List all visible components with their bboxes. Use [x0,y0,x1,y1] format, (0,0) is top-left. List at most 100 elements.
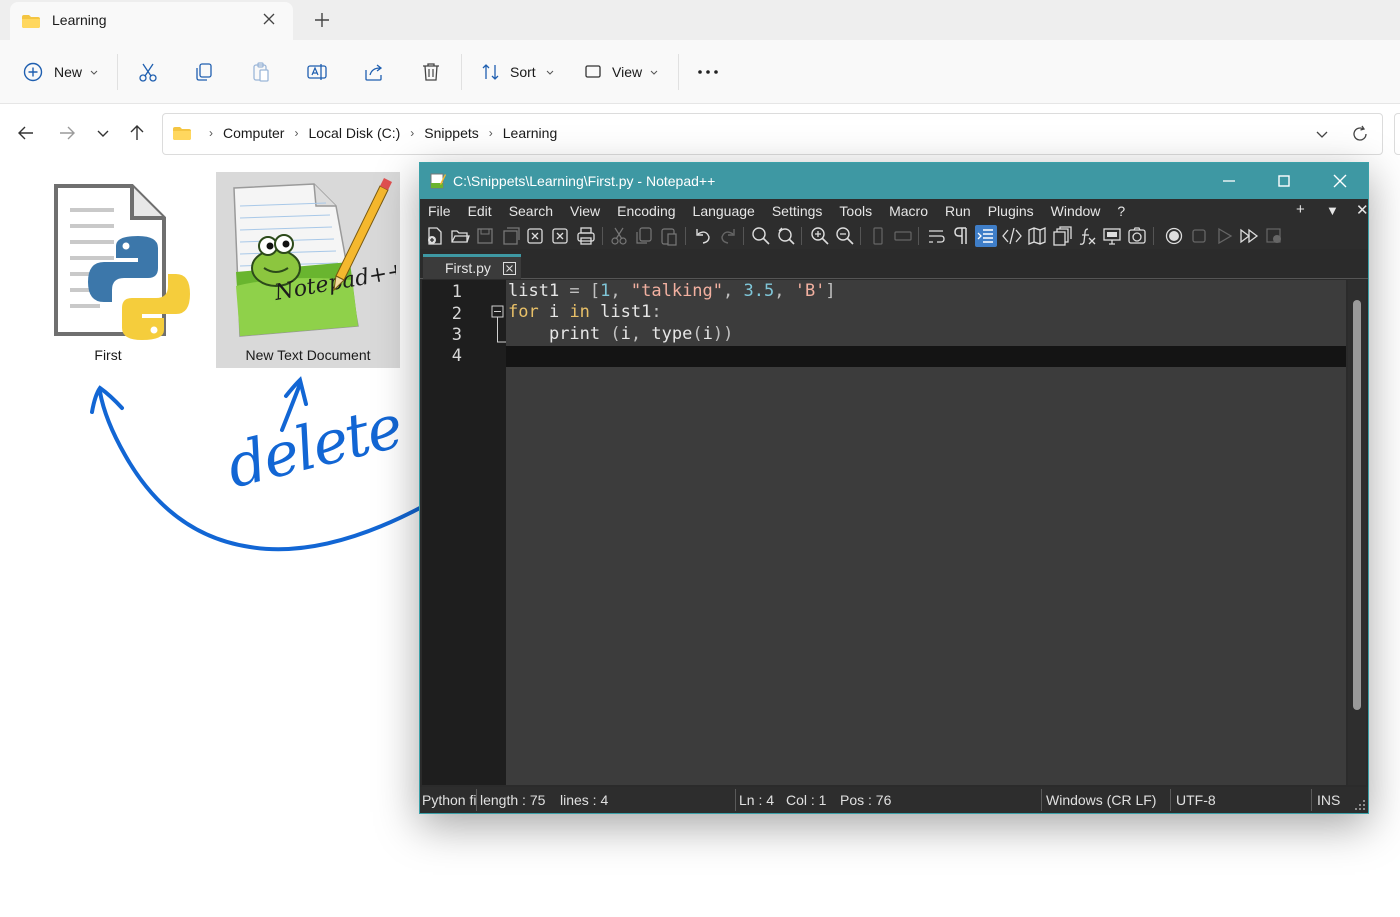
save-macro-icon[interactable] [1263,225,1285,247]
user-defined-language-icon[interactable] [1001,225,1023,247]
file-label-new-text-document[interactable]: New Text Document [216,347,400,363]
address-dropdown-icon[interactable] [1314,126,1330,142]
save-all-icon[interactable] [499,225,521,247]
indent-guide-icon[interactable] [975,225,997,247]
menu-edit[interactable]: Edit [468,203,492,219]
close-document-button[interactable]: ✕ [1356,201,1369,219]
menu-language[interactable]: Language [693,203,755,219]
chevron-right-icon: › [209,126,213,140]
view-button[interactable]: View [583,58,660,86]
notepadpp-file-icon[interactable]: Notepad++ [226,176,396,342]
view-icon [585,65,601,78]
status-insert-mode[interactable]: INS [1317,792,1340,808]
vertical-scrollbar[interactable] [1348,280,1366,785]
address-bar[interactable]: › Computer › Local Disk (C:) › Snippets … [162,113,1383,155]
file-tab-first-py[interactable]: First.py [423,254,521,279]
print-icon[interactable] [575,225,597,247]
up-arrow-icon[interactable] [127,123,147,143]
breadcrumb-local-disk[interactable]: Local Disk (C:) [308,125,400,141]
resize-grip-icon[interactable] [1354,799,1366,811]
close-tab-icon[interactable] [503,262,516,275]
menu-file[interactable]: File [428,203,451,219]
chevron-down-icon [546,70,554,75]
menu-view[interactable]: View [570,203,600,219]
status-encoding[interactable]: UTF-8 [1176,792,1216,808]
sync-vertical-icon[interactable] [867,225,889,247]
new-tab-plus-button[interactable]: + [1296,201,1305,218]
view-label: View [612,64,643,80]
undo-icon[interactable] [692,225,714,247]
folder-as-workspace-icon[interactable] [1101,225,1123,247]
stop-macro-icon[interactable] [1188,225,1210,247]
menu-help[interactable]: ? [1117,203,1125,219]
play-macro-icon[interactable] [1213,225,1235,247]
search-box[interactable] [1394,113,1400,155]
python-file-icon[interactable] [52,184,192,344]
new-button[interactable]: New [22,58,100,86]
zoom-out-icon[interactable] [834,225,856,247]
close-file-icon[interactable] [524,225,546,247]
save-icon[interactable] [474,225,496,247]
new-tab-icon[interactable] [312,10,332,30]
paste-button[interactable] [250,58,272,86]
rename-button[interactable] [306,58,328,86]
maximize-icon[interactable] [1275,172,1293,190]
status-position: Pos : 76 [840,792,892,808]
minimize-icon[interactable] [1220,172,1238,190]
menu-plugins[interactable]: Plugins [988,203,1034,219]
zoom-in-icon[interactable] [809,225,831,247]
forward-arrow-icon[interactable] [57,123,77,143]
sort-button[interactable]: Sort [480,58,556,86]
tab-list-dropdown-button[interactable]: ▼ [1326,203,1339,218]
explorer-tab[interactable]: Learning [10,2,293,40]
back-arrow-icon[interactable] [16,123,36,143]
more-options-button[interactable] [696,58,720,86]
monitoring-icon[interactable] [1126,225,1148,247]
menu-tools[interactable]: Tools [839,203,872,219]
document-list-icon[interactable] [1051,225,1073,247]
menu-run[interactable]: Run [945,203,971,219]
close-tab-icon[interactable] [260,10,278,28]
cut-icon[interactable] [608,225,630,247]
replace-icon[interactable] [775,225,797,247]
refresh-icon[interactable] [1350,124,1370,144]
window-title: C:\Snippets\Learning\First.py - Notepad+… [453,173,716,189]
redo-icon[interactable] [717,225,739,247]
menu-settings[interactable]: Settings [772,203,823,219]
code-line-2: for i in list1: [508,302,662,322]
status-eol[interactable]: Windows (CR LF) [1046,792,1156,808]
menu-macro[interactable]: Macro [889,203,928,219]
menu-search[interactable]: Search [509,203,553,219]
code-editor[interactable]: list1 = [1, "talking", 3.5, 'B'] for i i… [506,280,1346,785]
delete-button[interactable] [420,58,442,86]
copy-button[interactable] [193,58,215,86]
toolbar-divider [602,227,603,245]
copy-icon[interactable] [633,225,655,247]
recent-locations-chevron-icon[interactable] [93,123,113,143]
cut-button[interactable] [137,58,159,86]
word-wrap-icon[interactable] [925,225,947,247]
copy-icon [196,63,212,81]
notepadpp-statusbar: Python fi length : 75 lines : 4 Ln : 4 C… [420,787,1368,813]
breadcrumb-computer[interactable]: Computer [223,125,284,141]
open-folder-icon[interactable] [449,225,471,247]
record-macro-icon[interactable] [1163,225,1185,247]
breadcrumb-learning[interactable]: Learning [503,125,558,141]
share-button[interactable] [363,58,385,86]
menu-window[interactable]: Window [1051,203,1101,219]
sync-horizontal-icon[interactable] [892,225,914,247]
show-all-characters-icon[interactable] [950,225,972,247]
run-macro-multiple-icon[interactable] [1238,225,1260,247]
breadcrumb-snippets[interactable]: Snippets [424,125,478,141]
paste-icon[interactable] [658,225,680,247]
new-file-icon[interactable] [424,225,446,247]
find-icon[interactable] [750,225,772,247]
scrollbar-thumb[interactable] [1353,300,1361,710]
notepadpp-titlebar[interactable]: C:\Snippets\Learning\First.py - Notepad+… [420,163,1368,199]
document-map-icon[interactable] [1026,225,1048,247]
close-all-icon[interactable] [549,225,571,247]
file-label-first[interactable]: First [58,347,158,363]
menu-encoding[interactable]: Encoding [617,203,675,219]
function-list-icon[interactable] [1076,225,1098,247]
close-icon[interactable] [1331,172,1349,190]
